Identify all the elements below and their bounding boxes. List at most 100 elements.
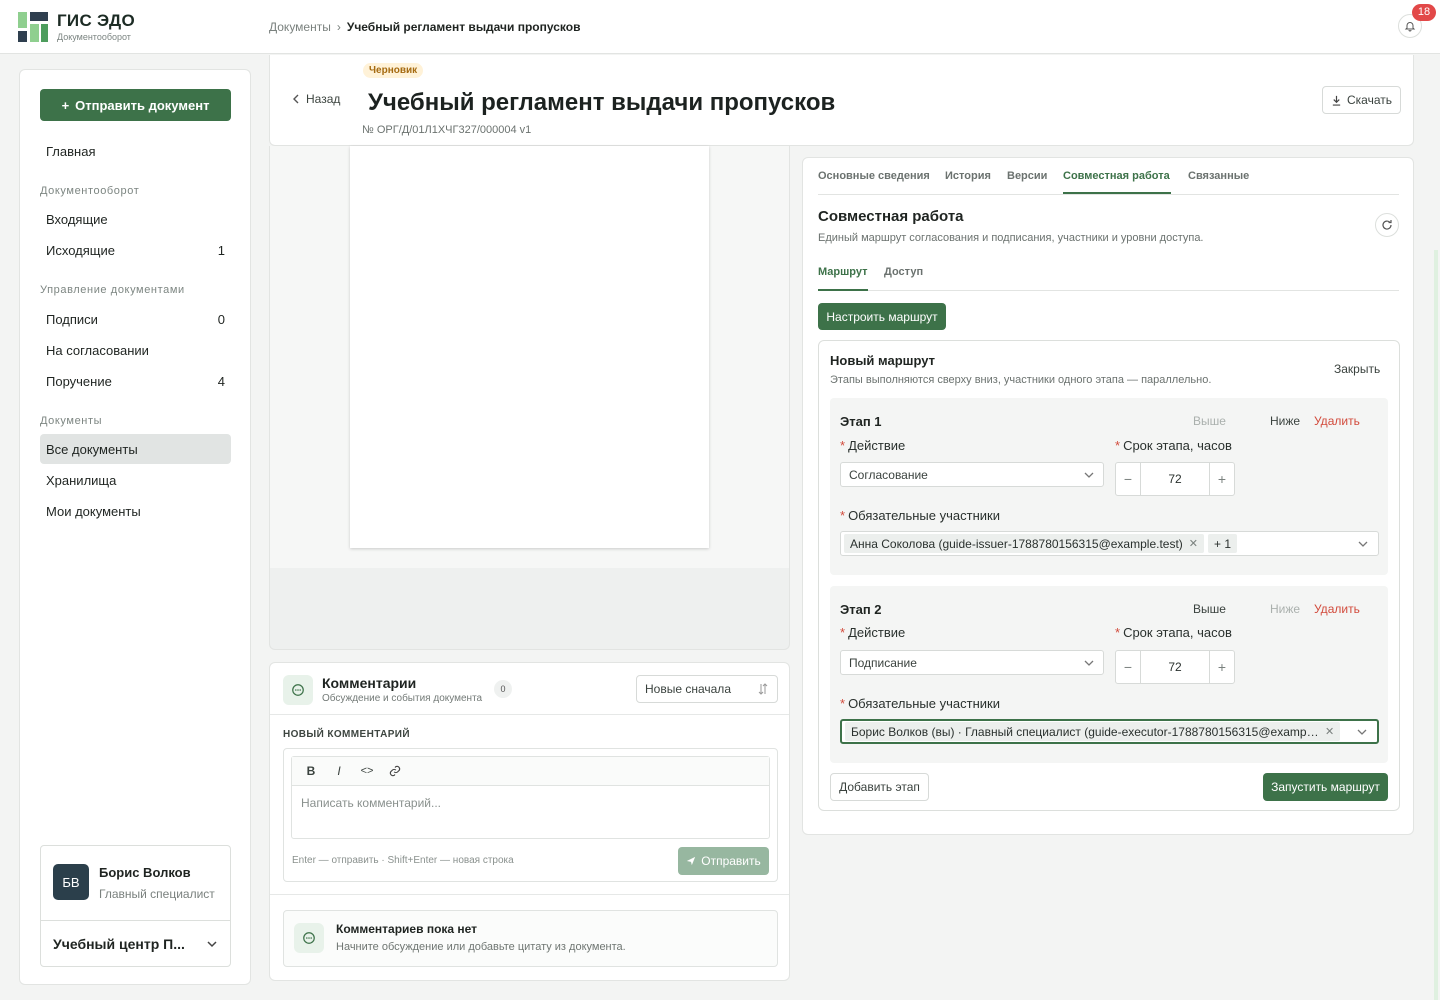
bold-button[interactable]: B: [300, 760, 322, 782]
remove-icon[interactable]: ✕: [1189, 537, 1198, 550]
sidebar-group-management: Управление документами: [40, 284, 185, 296]
app-logo[interactable]: [18, 12, 48, 42]
org-name: Учебный центр П...: [53, 936, 185, 952]
sidebar-item-storage[interactable]: Хранилища: [40, 465, 231, 495]
back-button[interactable]: Назад: [292, 92, 340, 106]
tab-info[interactable]: Основные сведения: [818, 170, 930, 182]
avatar[interactable]: БВ: [53, 864, 89, 900]
tab-versions[interactable]: Версии: [1007, 170, 1047, 182]
italic-button[interactable]: I: [328, 760, 350, 782]
comment-input[interactable]: Написать комментарий...: [292, 786, 769, 820]
sidebar-item-label: Все документы: [46, 441, 138, 457]
hours-input[interactable]: 72: [1140, 463, 1210, 495]
comments-sort-select[interactable]: Новые сначала: [636, 675, 778, 703]
run-route-button[interactable]: Запустить маршрут: [1263, 773, 1388, 801]
empty-subtitle: Начните обсуждение или добавьте цитату и…: [336, 941, 626, 953]
decrement-button[interactable]: −: [1116, 463, 1140, 495]
code-button[interactable]: <>: [356, 760, 378, 782]
close-route-button[interactable]: Закрыть: [1334, 362, 1380, 376]
refresh-button[interactable]: [1375, 213, 1399, 237]
chevron-down-icon: [1084, 472, 1094, 478]
sidebar-item-assignment[interactable]: Поручение 4: [40, 366, 231, 396]
action-select[interactable]: Согласование: [840, 462, 1104, 487]
sidebar-item-label: Поручение: [46, 373, 112, 389]
user-card: БВ Борис Волков Главный специалист Учебн…: [40, 845, 231, 967]
action-select[interactable]: Подписание: [840, 650, 1104, 675]
more-participants-tag: + 1: [1208, 534, 1238, 553]
tab-related[interactable]: Связанные: [1188, 170, 1249, 182]
send-icon: [687, 856, 696, 866]
link-icon: [389, 765, 401, 777]
download-icon: [1332, 95, 1341, 106]
org-switcher[interactable]: Учебный центр П...: [41, 920, 230, 967]
move-down-button[interactable]: Ниже: [1270, 602, 1300, 616]
brand[interactable]: ГИС ЭДО Документооборот: [57, 11, 135, 42]
sidebar-item-label: Подписи: [46, 311, 98, 327]
app-name: ГИС ЭДО: [57, 11, 135, 30]
stage-title: Этап 2: [840, 602, 882, 617]
hours-input[interactable]: 72: [1140, 651, 1210, 683]
tab-history[interactable]: История: [945, 170, 991, 182]
top-bar: ГИС ЭДО Документооборот Документы › Учебны…: [0, 0, 1440, 54]
increment-button[interactable]: +: [1210, 463, 1234, 495]
sidebar-item-label: Мои документы: [46, 503, 141, 519]
stage-title: Этап 1: [840, 414, 882, 429]
configure-route-button[interactable]: Настроить маршрут: [818, 303, 946, 330]
move-up-button[interactable]: Выше: [1193, 602, 1226, 616]
sidebar-item-count: 1: [217, 242, 225, 258]
sidebar-item-all-documents[interactable]: Все документы: [40, 434, 231, 464]
download-label: Скачать: [1347, 93, 1392, 107]
term-label: * Срок этапа, часов: [1115, 438, 1232, 453]
send-label: Отправить: [701, 854, 761, 868]
sidebar-item-signatures[interactable]: Подписи 0: [40, 304, 231, 334]
sort-icon: [758, 683, 768, 695]
participants-label: * Обязательные участники: [840, 508, 1000, 523]
send-document-button[interactable]: + Отправить документ: [40, 89, 231, 121]
move-down-button[interactable]: Ниже: [1270, 414, 1300, 428]
sidebar-item-label: На согласовании: [46, 342, 149, 358]
sidebar-item-my-documents[interactable]: Мои документы: [40, 496, 231, 526]
sidebar-item-count: 0: [217, 311, 225, 327]
scrollbar[interactable]: [1434, 250, 1438, 1000]
comments-title: Комментарии: [322, 675, 417, 691]
panel-tabs: Основные сведения История Версии Совмест…: [818, 158, 1399, 195]
comment-hint: Enter — отправить · Shift+Enter — новая …: [292, 855, 514, 866]
link-button[interactable]: [384, 760, 406, 782]
chevron-down-icon: [207, 941, 217, 948]
decrement-button[interactable]: −: [1116, 651, 1140, 683]
sidebar-item-approval[interactable]: На согласовании: [40, 335, 231, 365]
remove-icon[interactable]: ✕: [1325, 725, 1334, 738]
user-name: Борис Волков: [99, 865, 191, 880]
action-value: Согласование: [849, 467, 928, 482]
route-subtitle: Этапы выполняются сверху вниз, участники…: [830, 374, 1212, 386]
delete-stage-button[interactable]: Удалить: [1314, 602, 1360, 616]
sidebar-item-home[interactable]: Главная: [40, 136, 231, 166]
route-title: Новый маршрут: [830, 353, 936, 368]
increment-button[interactable]: +: [1210, 651, 1234, 683]
active-subtab-indicator: [818, 289, 868, 291]
participants-select[interactable]: Анна Соколова (guide-issuer-178878015631…: [840, 531, 1379, 556]
sidebar-item-incoming[interactable]: Входящие: [40, 204, 231, 234]
participants-label: * Обязательные участники: [840, 696, 1000, 711]
app-subtitle: Документооборот: [57, 32, 131, 42]
document-preview[interactable]: [269, 146, 790, 650]
sidebar-item-outgoing[interactable]: Исходящие 1: [40, 235, 231, 265]
tab-route[interactable]: Маршрут: [818, 266, 868, 278]
notifications-badge: 18: [1412, 4, 1436, 21]
status-badge: Черновик: [363, 63, 424, 78]
sidebar-item-label: Входящие: [46, 211, 108, 227]
delete-stage-button[interactable]: Удалить: [1314, 414, 1360, 428]
route-subtabs: Маршрут Доступ: [818, 262, 1399, 291]
comment-form: B I <> Написать комментарий... Enter — о…: [283, 748, 778, 882]
sort-value: Новые сначала: [645, 682, 731, 696]
send-comment-button[interactable]: Отправить: [678, 847, 769, 875]
empty-title: Комментариев пока нет: [336, 922, 478, 936]
breadcrumb-root[interactable]: Документы: [269, 20, 331, 34]
tab-collaboration[interactable]: Совместная работа: [1063, 170, 1170, 182]
move-up-button[interactable]: Выше: [1193, 414, 1226, 428]
sidebar: + Отправить документ Главная Документооб…: [19, 69, 251, 985]
add-stage-button[interactable]: Добавить этап: [830, 773, 929, 801]
download-button[interactable]: Скачать: [1322, 86, 1401, 114]
tab-access[interactable]: Доступ: [884, 266, 923, 278]
participants-select[interactable]: Борис Волков (вы) · Главный специалист (…: [840, 719, 1379, 744]
